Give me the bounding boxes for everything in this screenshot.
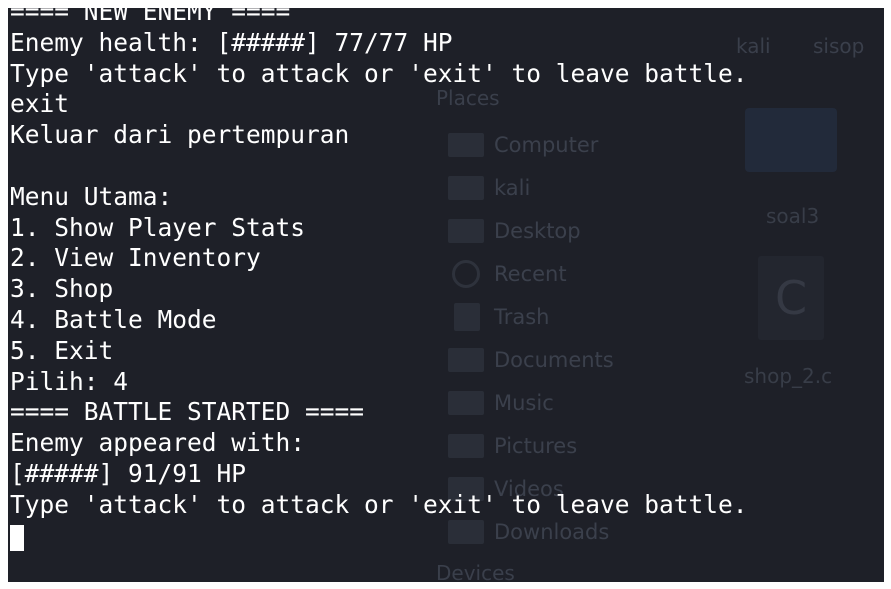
terminal-line: ==== BATTLE STARTED ==== — [10, 397, 365, 427]
terminal-line: 3. Shop — [10, 274, 114, 304]
terminal-line: 2. View Inventory — [10, 243, 261, 273]
terminal-line: exit — [10, 89, 70, 119]
terminal-line: ==== NEW ENEMY ==== — [10, 8, 291, 26]
terminal-output[interactable]: ==== NEW ENEMY ==== Enemy health: [#####… — [8, 8, 884, 582]
terminal-line: Menu Utama: — [10, 181, 173, 211]
terminal-line: [#####] 91/91 HP — [10, 458, 247, 488]
terminal-line: Enemy appeared with: — [10, 428, 306, 458]
terminal-line: 1. Show Player Stats — [10, 212, 306, 242]
terminal-line: Type 'attack' to attack or 'exit' to lea… — [10, 489, 748, 519]
terminal-window[interactable]: kali sisop Places Computer kali Desktop … — [8, 8, 884, 582]
terminal-line: 5. Exit — [10, 335, 114, 365]
terminal-cursor — [10, 524, 24, 551]
terminal-line: Type 'attack' to attack or 'exit' to lea… — [10, 58, 748, 88]
terminal-line: Keluar dari pertempuran — [10, 120, 350, 150]
terminal-line: 4. Battle Mode — [10, 304, 217, 334]
terminal-line: Enemy health: [#####] 77/77 HP — [10, 27, 453, 57]
terminal-input-line[interactable] — [10, 521, 884, 552]
terminal-line: Pilih: 4 — [10, 366, 129, 396]
